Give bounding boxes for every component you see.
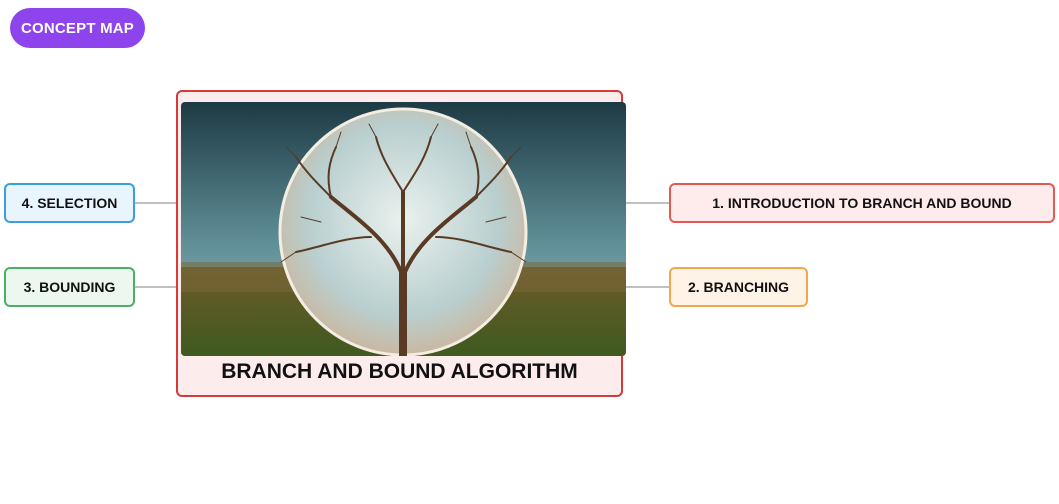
central-topic-title: BRANCH AND BOUND ALGORITHM (221, 360, 578, 383)
node-bounding[interactable]: 3. BOUNDING (4, 267, 135, 307)
node-introduction[interactable]: 1. INTRODUCTION TO BRANCH AND BOUND (669, 183, 1055, 223)
central-topic[interactable]: BRANCH AND BOUND ALGORITHM (176, 90, 626, 397)
tree-sphere-image (181, 102, 626, 356)
node-selection[interactable]: 4. SELECTION (4, 183, 135, 223)
concept-map-button[interactable]: CONCEPT MAP (10, 8, 145, 48)
node-branching[interactable]: 2. BRANCHING (669, 267, 808, 307)
